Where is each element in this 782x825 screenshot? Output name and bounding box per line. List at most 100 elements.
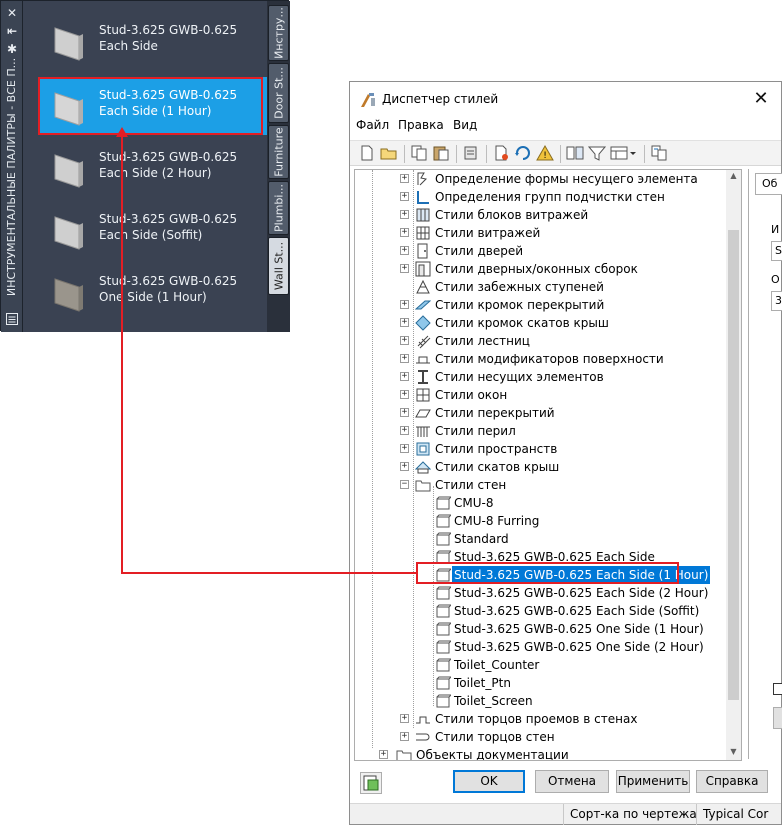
palette-tool[interactable]: Stud-3.625 GWB-0.625 One Side (1 Hour) <box>39 263 267 321</box>
palette-tool-selected[interactable]: Stud-3.625 GWB-0.625 Each Side (1 Hour) <box>39 77 267 135</box>
tab-furniture[interactable]: Furniture <box>268 125 289 179</box>
purge-icon[interactable] <box>462 145 480 161</box>
field-label: И <box>771 223 780 236</box>
window-icon <box>416 388 430 402</box>
drawing-icon <box>363 775 379 791</box>
wall-style-icon <box>436 496 451 510</box>
new-style-icon[interactable] <box>492 145 510 161</box>
style-manager-dialog: Диспетчер стилей ✕ Файл Правка Вид ! + Оп… <box>349 81 782 825</box>
description-field[interactable]: 3 <box>771 291 782 311</box>
cleanup-group-icon <box>417 191 429 204</box>
tab-door-styles[interactable]: Door St... <box>268 63 289 123</box>
view-dropdown-icon[interactable] <box>610 145 638 161</box>
filter-icon[interactable] <box>588 145 606 161</box>
tool-label: Stud-3.625 GWB-0.625 One Side (1 Hour) <box>99 274 238 304</box>
wall-style-icon <box>436 514 451 528</box>
palette-side-strip: ✕ ⇤ ✱ ИНСТРУМЕНТАЛЬНЫЕ ПАЛИТРЫ - ВСЕ П..… <box>1 1 23 332</box>
copy-icon[interactable] <box>410 145 428 161</box>
winder-icon <box>416 279 430 294</box>
wall-tool-icon <box>54 216 83 250</box>
tool-label: Stud-3.625 GWB-0.625 Each Side <box>99 23 238 53</box>
wall-endcap-icon <box>416 733 430 741</box>
curtain-wall-icon <box>416 226 430 240</box>
name-field[interactable]: S <box>771 241 782 261</box>
properties-pane: Об И S О 3 <box>748 169 782 759</box>
palette-tool[interactable]: Stud-3.625 GWB-0.625 Each Side (Soffit) <box>39 201 267 259</box>
wall-style-icon <box>436 694 451 708</box>
tree-scrollbar[interactable]: ▲ ▼ <box>726 170 741 760</box>
new-icon[interactable] <box>358 145 376 161</box>
roof-slab-edge-icon <box>415 315 431 331</box>
checkbox[interactable] <box>773 683 782 695</box>
wall-style-icon <box>436 640 451 654</box>
palette-tool[interactable]: Stud-3.625 GWB-0.625 Each Side (2 Hour) <box>39 139 267 197</box>
menu-bar: Файл Правка Вид <box>350 116 781 136</box>
member-shape-icon <box>417 172 428 186</box>
wall-style-icon <box>436 550 451 564</box>
field-label: О <box>771 273 780 286</box>
wall-style-icon <box>436 532 451 546</box>
tool-palette: ✕ ⇤ ✱ ИНСТРУМЕНТАЛЬНЫЕ ПАЛИТРЫ - ВСЕ П..… <box>0 0 290 332</box>
tool-label: Stud-3.625 GWB-0.625 Each Side (Soffit) <box>99 212 238 242</box>
menu-edit[interactable]: Правка <box>398 118 444 132</box>
tab-wall-styles[interactable]: Wall St... <box>268 237 289 295</box>
apply-button[interactable]: Применить <box>616 770 690 793</box>
style-manager-icon <box>361 93 375 107</box>
wall-style-icon <box>436 568 451 582</box>
door-window-assembly-icon <box>415 261 431 277</box>
style-tree[interactable]: + Определение формы несущего элемента + Оп… <box>354 169 742 761</box>
space-icon <box>416 442 430 456</box>
ok-button[interactable]: OK <box>453 770 525 793</box>
cancel-button[interactable]: Отмена <box>535 770 609 793</box>
paste-icon[interactable] <box>432 145 450 161</box>
surface-modifier-icon <box>416 356 430 364</box>
tab-general[interactable]: Об <box>755 173 782 195</box>
autohide-icon[interactable]: ⇤ <box>1 23 23 39</box>
pane-button[interactable] <box>773 707 782 729</box>
help-button[interactable]: Справка <box>696 770 768 793</box>
status-bar: Сорт-ка по чертежам Typical Cor <box>350 803 781 825</box>
status-sort: Сорт-ка по чертежам <box>563 804 696 825</box>
wall-style-icon <box>436 676 451 690</box>
menu-file[interactable]: Файл <box>356 118 389 132</box>
slab-edge-icon <box>415 300 431 310</box>
wall-tool-icon <box>54 92 83 126</box>
toggle-view-icon[interactable] <box>566 145 584 161</box>
drawing-button[interactable] <box>360 772 382 794</box>
wall-style-icon <box>436 658 451 672</box>
svg-text:!: ! <box>543 151 547 161</box>
set-from-icon[interactable] <box>514 145 532 161</box>
folder-icon <box>415 480 431 492</box>
wall-style-icon <box>436 622 451 636</box>
menu-view[interactable]: Вид <box>453 118 477 132</box>
tab-tools[interactable]: Инстру... <box>268 5 289 61</box>
connector-arrow-icon <box>116 127 128 137</box>
tool-label: Stud-3.625 GWB-0.625 Each Side (1 Hour) <box>99 88 238 118</box>
status-drawing: Typical Cor <box>696 804 781 825</box>
tab-plumbing[interactable]: Plumbi... <box>268 181 289 235</box>
palette-menu-icon[interactable] <box>6 313 18 325</box>
door-icon <box>417 243 428 259</box>
open-icon[interactable] <box>380 145 398 161</box>
palette-tool[interactable]: Stud-3.625 GWB-0.625 Each Side <box>39 12 267 70</box>
wall-tool-icon <box>54 154 83 188</box>
tool-label: Stud-3.625 GWB-0.625 Each Side (2 Hour) <box>99 150 238 180</box>
slab-icon <box>415 409 431 418</box>
palette-title[interactable]: ИНСТРУМЕНТАЛЬНЫЕ ПАЛИТРЫ - ВСЕ П... <box>1 38 23 316</box>
close-icon[interactable]: ✕ <box>1 5 23 21</box>
wall-tool-icon <box>54 278 83 312</box>
curtain-unit-icon <box>416 208 430 222</box>
roof-slab-icon <box>415 461 431 474</box>
wall-tool-icon <box>54 27 83 61</box>
wall-opening-endcap-icon <box>416 716 430 724</box>
folder-icon <box>396 750 412 760</box>
palette-content: Stud-3.625 GWB-0.625 Each Side Stud-3.62… <box>23 1 267 332</box>
structural-member-icon <box>418 370 428 384</box>
edit-style-icon[interactable]: ! <box>536 145 554 161</box>
scroll-thumb[interactable] <box>728 230 739 700</box>
wall-style-icon <box>436 586 451 600</box>
close-icon[interactable]: ✕ <box>748 88 774 110</box>
compare-icon[interactable] <box>650 145 668 161</box>
title-bar: Диспетчер стилей ✕ <box>350 82 781 116</box>
wall-style-icon <box>436 604 451 618</box>
